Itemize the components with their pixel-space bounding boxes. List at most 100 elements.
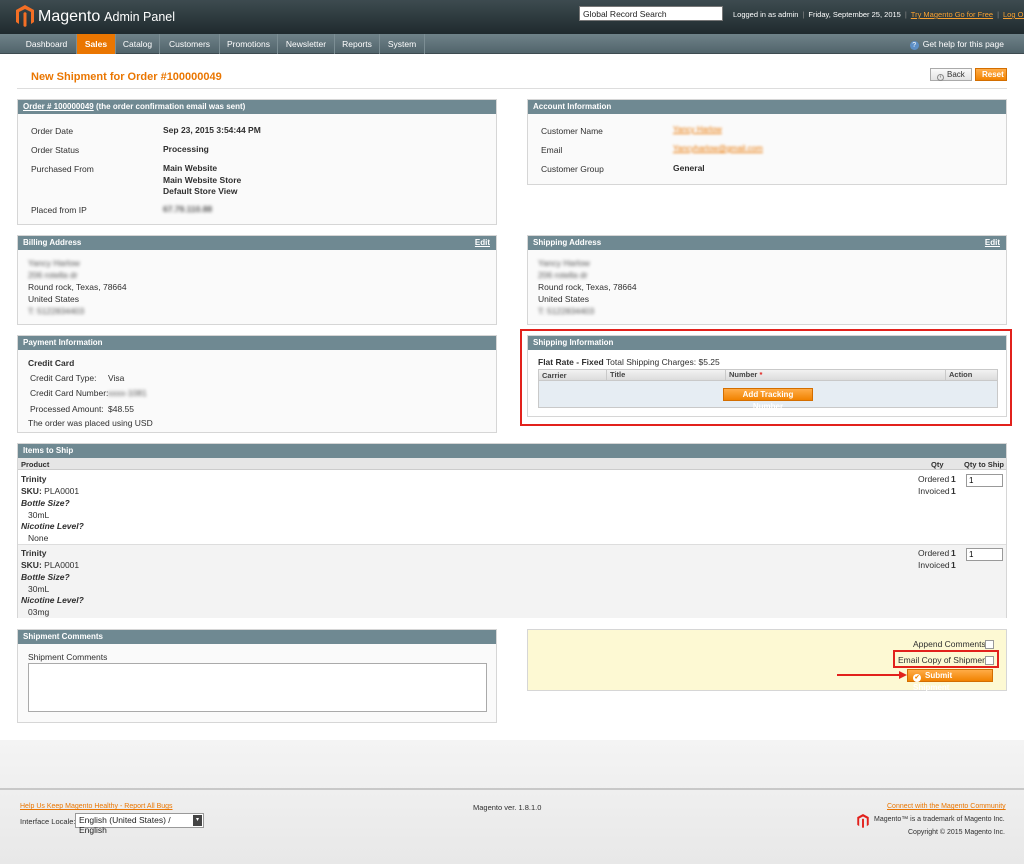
nav-dashboard[interactable]: Dashboard [17, 34, 77, 54]
billing-phone: T: 5122834403 [28, 306, 85, 316]
purchased-view: Default Store View [163, 186, 238, 196]
col-qty: Qty [931, 460, 944, 469]
billing-address-box: Billing Address Edit Yancy Harlow 206 rot… [17, 235, 497, 325]
community-link[interactable]: Connect with the Magento Community [887, 803, 1006, 810]
product-name: Trinity [21, 474, 47, 484]
card-type-value: Visa [108, 373, 125, 383]
red-arrow-icon [837, 671, 907, 679]
nav-system[interactable]: System [380, 34, 425, 54]
nav-sales[interactable]: Sales [77, 34, 116, 54]
append-comments-label: Append Comments [913, 639, 986, 649]
try-magento-link[interactable]: Try Magento Go for Free [911, 10, 993, 19]
items-columns: Product Qty Qty to Ship [18, 458, 1006, 470]
append-comments-checkbox[interactable] [985, 640, 994, 649]
option-label: Bottle Size? [21, 572, 70, 582]
nav-customers[interactable]: Customers [160, 34, 220, 54]
option-value: 30mL [28, 510, 50, 520]
option-value: 03mg [28, 607, 50, 617]
shipping-name: Yancy Harlow [538, 258, 590, 268]
invoiced-label: Invoiced [918, 486, 950, 496]
items-header: Items to Ship [18, 444, 1006, 458]
nav-reports[interactable]: Reports [335, 34, 380, 54]
nav-newsletter[interactable]: Newsletter [278, 34, 335, 54]
logout-link[interactable]: Log Out [1003, 10, 1024, 19]
shipping-city: Round rock, Texas, 78664 [538, 282, 637, 292]
shipment-comments-textarea[interactable] [28, 663, 487, 712]
ordered-label: Ordered [918, 548, 950, 558]
trademark-text: Magento™ is a trademark of Magento Inc. [874, 816, 1005, 823]
order-date-value: Sep 23, 2015 3:54:44 PM [163, 125, 261, 135]
table-row: Trinity SKU: PLA0001 Bottle Size? 30mL N… [18, 544, 1006, 618]
card-number-label: Credit Card Number: [30, 388, 109, 398]
ordered-qty: 1 [951, 548, 956, 558]
help-link[interactable]: ? Get help for this page [909, 34, 1004, 54]
billing-country: United States [28, 294, 80, 304]
payment-header: Payment Information [18, 336, 496, 350]
card-type-label: Credit Card Type: [30, 373, 97, 383]
back-arrow-icon: ‹ [937, 74, 944, 81]
order-status-value: Processing [163, 144, 209, 154]
shipping-info-highlight [520, 329, 1012, 426]
account-box: Account Information Customer Name Yancy … [527, 99, 1007, 185]
currency-note: The order was placed using USD [28, 418, 153, 428]
option-label: Bottle Size? [21, 498, 70, 508]
email-copy-highlight [893, 650, 999, 668]
help-icon: ? [909, 41, 919, 50]
shipping-phone: T: 5122834403 [538, 306, 595, 316]
email-label: Email [541, 145, 563, 155]
amount-label: Processed Amount: [30, 404, 104, 414]
header-date: Friday, September 25, 2015 [808, 10, 901, 19]
customer-email-link[interactable]: Yancyharlow@gmail.com [673, 144, 763, 153]
order-link[interactable]: Order # 100000049 [23, 102, 94, 111]
product-name: Trinity [21, 548, 47, 558]
locale-select[interactable]: English (United States) / English ▾ [75, 813, 204, 835]
account-box-header: Account Information [528, 100, 1006, 114]
option-label: Nicotine Level? [21, 595, 84, 605]
billing-street: 206 rotella dr [28, 270, 78, 280]
reset-button[interactable]: Reset [975, 68, 1007, 81]
payment-method: Credit Card [28, 358, 75, 368]
copyright-text: Copyright © 2015 Magento Inc. [908, 829, 1005, 836]
order-box-header: Order # 100000049 (the order confirmatio… [18, 100, 496, 114]
report-bugs-link[interactable]: Help Us Keep Magento Healthy - Report Al… [20, 803, 173, 810]
amount-value: $48.55 [108, 404, 134, 414]
ordered-qty: 1 [951, 474, 956, 484]
qty-to-ship-input[interactable] [966, 474, 1003, 487]
shipping-country: United States [538, 294, 590, 304]
comments-header: Shipment Comments [18, 630, 496, 644]
shipping-street: 206 rotella dr [538, 270, 588, 280]
page-title: New Shipment for Order #100000049 [31, 71, 222, 83]
global-search-input[interactable] [579, 6, 723, 21]
option-value: None [28, 533, 49, 543]
billing-edit-link[interactable]: Edit [475, 236, 490, 250]
title-divider [17, 88, 1007, 89]
main-nav: Dashboard Sales Catalog Customers Promot… [0, 34, 1024, 54]
option-label: Nicotine Level? [21, 521, 84, 531]
card-number-value: xxxx-1081 [108, 388, 147, 398]
order-date-label: Order Date [31, 126, 74, 136]
customer-name-link[interactable]: Yancy Harlow [673, 125, 722, 134]
product-sku: SKU: PLA0001 [21, 486, 80, 496]
submit-shipment-button[interactable]: ✔ Submit Shipment [907, 669, 993, 692]
shipment-comments-box: Shipment Comments Shipment Comments [17, 629, 497, 723]
purchased-from-label: Purchased From [31, 164, 94, 174]
footer-divider [0, 788, 1024, 790]
table-row: Trinity SKU: PLA0001 Bottle Size? 30mL N… [18, 471, 1006, 544]
billing-header: Billing Address Edit [18, 236, 496, 250]
shipping-address-box: Shipping Address Edit Yancy Harlow 206 ro… [527, 235, 1007, 325]
admin-header: Magento Admin Panel Logged in as admin|F… [0, 0, 1024, 34]
logged-in-text: Logged in as admin [733, 10, 799, 19]
payment-box: Payment Information Credit Card Credit C… [17, 335, 497, 433]
placed-ip-value: 67.79.110.88 [163, 204, 213, 214]
dropdown-arrow-icon: ▾ [193, 815, 202, 826]
qty-to-ship-input[interactable] [966, 548, 1003, 561]
shipping-address-header: Shipping Address Edit [528, 236, 1006, 250]
order-box: Order # 100000049 (the order confirmatio… [17, 99, 497, 225]
nav-promotions[interactable]: Promotions [220, 34, 278, 54]
nav-catalog[interactable]: Catalog [116, 34, 160, 54]
order-status-label: Order Status [31, 145, 80, 155]
logo-text: Magento Admin Panel [38, 8, 176, 25]
back-button[interactable]: ‹ Back [930, 68, 972, 81]
shipping-edit-link[interactable]: Edit [985, 236, 1000, 250]
invoiced-label: Invoiced [918, 560, 950, 570]
